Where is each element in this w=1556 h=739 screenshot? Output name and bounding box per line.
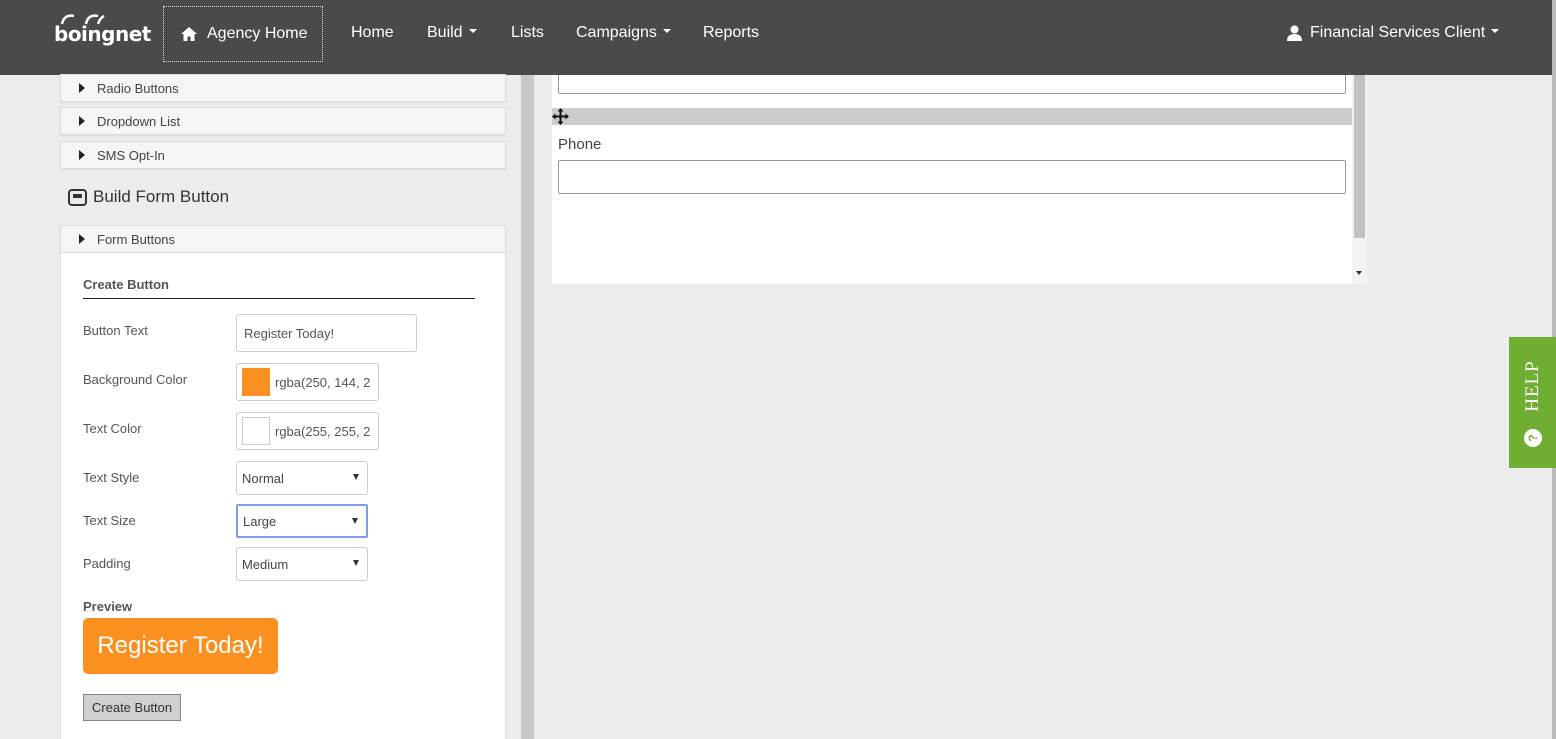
caret-right-icon [79, 116, 85, 126]
agency-home-label: Agency Home [207, 25, 308, 42]
background-color-picker[interactable]: rgba(250, 144, 2 [236, 363, 379, 401]
boingnet-logo[interactable]: boingnet [54, 12, 151, 46]
accordion-label: Radio Buttons [97, 80, 179, 96]
panel-divider[interactable] [521, 75, 534, 739]
text-size-label: Text Size [83, 513, 136, 528]
button-text-label: Button Text [83, 323, 148, 338]
button-text-input[interactable]: Register Today! [236, 314, 417, 352]
preview-button[interactable]: Register Today! [83, 618, 278, 674]
nav-campaigns-label: Campaigns [576, 24, 657, 41]
section-title-build-form-button: Build Form Button [68, 187, 229, 207]
nav-home[interactable]: Home [351, 24, 394, 42]
text-color-label: Text Color [83, 421, 142, 436]
text-style-value: Normal [242, 470, 284, 486]
background-color-value: rgba(250, 144, 2 [275, 374, 371, 390]
padding-select[interactable]: Medium [236, 547, 368, 581]
create-button-form: Create Button Button Text Register Today… [60, 253, 506, 739]
user-icon [1287, 25, 1302, 41]
user-name: Financial Services Client [1310, 24, 1486, 41]
help-label: HELP [1521, 360, 1543, 412]
create-button-heading: Create Button [83, 277, 475, 299]
form-preview-canvas: Phone [552, 75, 1352, 284]
accordion-sms-opt-in[interactable]: SMS Opt-In [60, 141, 506, 169]
nav-reports[interactable]: Reports [703, 24, 759, 42]
nav-lists[interactable]: Lists [511, 24, 544, 42]
padding-value: Medium [242, 556, 289, 572]
padding-label: Padding [83, 556, 131, 571]
builder-sidebar: Radio Buttons Dropdown List SMS Opt-In B… [0, 74, 520, 739]
top-navbar: boingnet Agency Home Home Build Lists Ca… [0, 0, 1556, 75]
question-icon: ? [1524, 429, 1542, 447]
move-icon [552, 108, 569, 125]
caret-right-icon [79, 83, 85, 93]
scroll-down-arrow-icon[interactable] [1356, 271, 1362, 275]
help-tab[interactable]: HELP ? [1509, 337, 1556, 468]
caret-down-icon [468, 28, 477, 33]
form-field-input[interactable] [558, 75, 1346, 94]
text-color-swatch[interactable] [242, 417, 270, 445]
accordion-form-buttons[interactable]: Form Buttons [60, 225, 506, 253]
caret-down-icon [662, 28, 671, 33]
accordion-label: Dropdown List [97, 113, 181, 129]
user-menu[interactable]: Financial Services Client [1287, 24, 1500, 42]
preview-label: Preview [83, 599, 133, 614]
background-color-label: Background Color [83, 372, 188, 387]
canvas-scrollbar-thumb[interactable] [1354, 75, 1365, 238]
text-color-picker[interactable]: rgba(255, 255, 2 [236, 412, 379, 450]
caret-down-icon [1491, 29, 1500, 33]
text-size-select[interactable]: Large [236, 504, 368, 538]
dropdown-arrow-icon [353, 474, 359, 480]
accordion-label: Form Buttons [97, 231, 176, 247]
section-title-text: Build Form Button [93, 187, 230, 206]
dropdown-arrow-icon [353, 560, 359, 566]
caret-right-icon [79, 234, 85, 244]
text-size-value: Large [243, 513, 277, 529]
caret-right-icon [79, 150, 85, 160]
agency-home-button[interactable]: Agency Home [163, 6, 323, 62]
home-icon [180, 26, 198, 42]
canvas-scrollbar[interactable] [1352, 75, 1367, 284]
logo-text: boingnet [54, 22, 151, 46]
nav-campaigns[interactable]: Campaigns [576, 24, 671, 42]
accordion-label: SMS Opt-In [97, 147, 165, 163]
form-button-icon [68, 188, 87, 206]
accordion-dropdown-list[interactable]: Dropdown List [60, 107, 506, 135]
phone-field-label: Phone [558, 136, 602, 153]
nav-build-label: Build [427, 24, 463, 41]
accordion-radio-buttons[interactable]: Radio Buttons [60, 74, 506, 102]
field-drag-handle[interactable] [552, 108, 1352, 125]
text-style-select[interactable]: Normal [236, 461, 368, 495]
create-button-submit[interactable]: Create Button [83, 694, 181, 721]
text-style-label: Text Style [83, 470, 140, 485]
background-color-swatch[interactable] [242, 368, 270, 396]
nav-build[interactable]: Build [427, 24, 477, 42]
phone-field-input[interactable] [558, 160, 1346, 194]
text-color-value: rgba(255, 255, 2 [275, 423, 371, 439]
help-label-wrap: HELP [1517, 351, 1548, 421]
dropdown-arrow-icon [352, 518, 358, 524]
